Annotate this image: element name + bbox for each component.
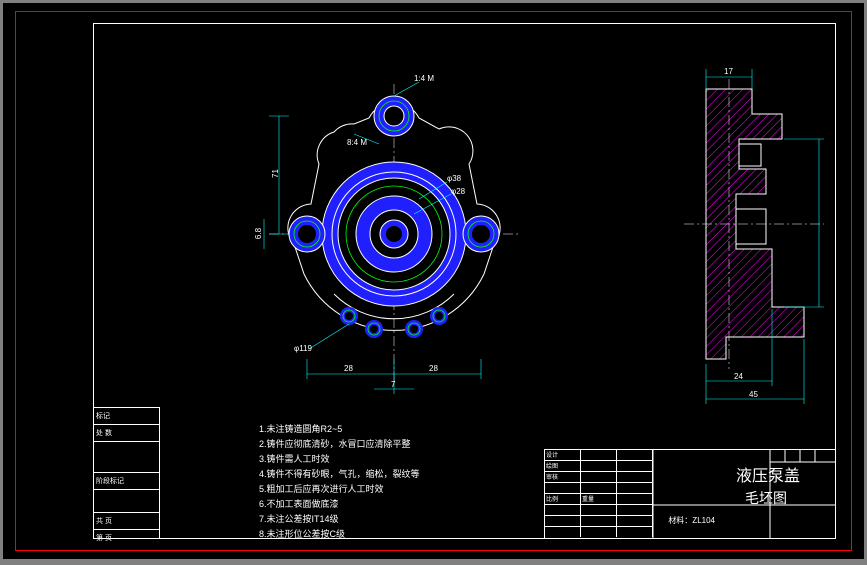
note-2: 2.铸件应彻底清砂，水冒口应清除平整 xyxy=(259,437,420,452)
dim-phi2: φ28 xyxy=(451,187,465,196)
note-6: 6.不加工表面做底漆 xyxy=(259,497,420,512)
drawing-frame: 1:4 M 8:4 M φ38 φ28 φ119 71 6.8 28 28 7 xyxy=(93,23,836,539)
dim-phi1: φ38 xyxy=(447,174,461,183)
note-3: 3.铸件需人工时效 xyxy=(259,452,420,467)
front-view: 1:4 M 8:4 M φ38 φ28 φ119 71 6.8 28 28 7 xyxy=(229,74,549,404)
part-name: 液压泵盖 xyxy=(736,468,800,486)
note-8: 8.未注形位公差按C级 xyxy=(259,527,420,542)
drawing-type: 毛坯图 xyxy=(745,488,787,508)
dim-h-sec: 6.8 xyxy=(254,228,263,239)
note-1: 1.未注铸造圆角R2~5 xyxy=(259,422,420,437)
technical-notes: 1.未注铸造圆角R2~5 2.铸件应彻底清砂，水冒口应清除平整 3.铸件需人工时… xyxy=(259,422,420,542)
dim-mid-leader: 8:4 M xyxy=(347,138,367,147)
rev-label-2: 处 数 xyxy=(96,428,112,438)
title-block-grid: 设计 绘图 审核 比例重量 xyxy=(545,450,653,538)
dim-side-full: 45 xyxy=(749,390,758,399)
dim-wr: 28 xyxy=(429,364,438,373)
dim-side-w: 24 xyxy=(734,372,743,381)
note-4: 4.铸件不得有砂眼，气孔，缩松，裂纹等 xyxy=(259,467,420,482)
title-block: 设计 绘图 审核 比例重量 液压泵盖 毛坯图 材料：ZL104 xyxy=(544,449,835,538)
dim-wl: 28 xyxy=(344,364,353,373)
rev-label-1: 标记 xyxy=(96,411,110,421)
note-5: 5.粗加工后应再次进行人工时效 xyxy=(259,482,420,497)
dim-wc: 7 xyxy=(391,380,395,389)
rev-label-5: 第 页 xyxy=(96,533,112,543)
dim-side-top: 17 xyxy=(724,67,733,76)
dim-h-main: 71 xyxy=(271,169,280,178)
rev-label-3: 阶段标记 xyxy=(96,476,124,486)
material-spec: 材料：ZL104 xyxy=(668,515,715,526)
revision-table: 标记 处 数 阶段标记 共 页 第 页 xyxy=(94,407,160,538)
cad-viewport: 1:4 M 8:4 M φ38 φ28 φ119 71 6.8 28 28 7 xyxy=(3,3,864,559)
dim-boltcircle: φ119 xyxy=(294,344,312,353)
model-space[interactable]: 1:4 M 8:4 M φ38 φ28 φ119 71 6.8 28 28 7 xyxy=(94,24,835,538)
side-section-view: 17 24 45 xyxy=(654,59,867,419)
dim-top-leader: 1:4 M xyxy=(414,74,434,83)
note-7: 7.未注公差按IT14级 xyxy=(259,512,420,527)
rev-label-4: 共 页 xyxy=(96,516,112,526)
